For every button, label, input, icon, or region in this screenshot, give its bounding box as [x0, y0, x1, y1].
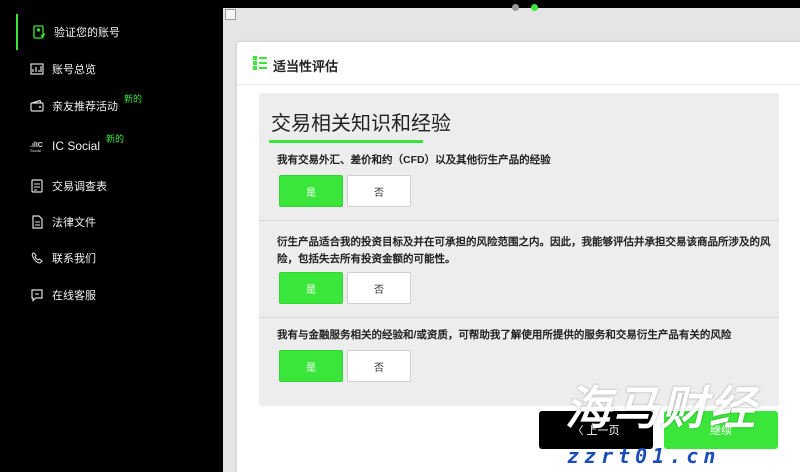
question-text: 衍生产品适合我的投资目标及并在可承担的风险范围之内。因此，我能够评估并承担交易该…: [277, 236, 771, 265]
sidebar-item-label: 交易调查表: [52, 181, 107, 193]
sidebar: 验证您的账号 账号总览 亲友推荐活动 新的 .ılIC Social IC Soc…: [0, 0, 223, 472]
no-button[interactable]: 否: [347, 350, 411, 382]
ic-social-logo: .ılIC Social: [30, 139, 44, 153]
contact-icon: [30, 251, 44, 265]
svg-text:Social: Social: [30, 148, 41, 153]
sidebar-item-live-chat[interactable]: 在线客服: [16, 277, 216, 313]
question-text: 我有与金融服务相关的经验和/或资质，可帮助我了解使用所提供的服务和交易衍生产品有…: [277, 329, 732, 341]
section-title-underline: [269, 140, 423, 143]
no-button[interactable]: 否: [347, 272, 411, 304]
question-text: 我有交易外汇、差价和约（CFD）以及其他衍生产品的经验: [277, 154, 551, 166]
verify-account-icon: [32, 25, 46, 39]
card-header: 适当性评估: [253, 56, 338, 75]
survey-icon: [30, 179, 44, 193]
sidebar-item-legal[interactable]: 法律文件: [16, 204, 216, 240]
knowledge-experience-section: 交易相关知识和经验 我有交易外汇、差价和约（CFD）以及其他衍生产品的经验 是 …: [259, 93, 779, 406]
sidebar-item-survey[interactable]: 交易调查表: [16, 168, 216, 204]
status-dot: [512, 4, 519, 11]
continue-button[interactable]: 继续: [664, 411, 778, 449]
new-badge: 新的: [124, 93, 143, 104]
sidebar-item-verify-account[interactable]: 验证您的账号: [16, 14, 216, 50]
previous-page-button[interactable]: 〈 上一页: [539, 411, 653, 449]
sidebar-item-label: 联系我们: [52, 253, 96, 265]
sidebar-item-label: 亲友推荐活动: [52, 101, 118, 113]
sidebar-item-label: 账号总览: [52, 64, 96, 76]
assessment-list-icon: [253, 56, 267, 75]
sidebar-item-contact[interactable]: 联系我们: [16, 240, 216, 276]
question-separator: [259, 317, 779, 318]
divider: [237, 84, 800, 85]
sidebar-item-ic-social[interactable]: .ılIC Social IC Social 新的: [16, 128, 216, 164]
status-dot-active: [531, 4, 538, 11]
main-content: 适当性评估 交易相关知识和经验 我有交易外汇、差价和约（CFD）以及其他衍生产品…: [223, 0, 800, 472]
sidebar-item-referral[interactable]: 亲友推荐活动 新的: [16, 88, 216, 124]
account-overview-icon: [30, 62, 44, 76]
assessment-card: 适当性评估 交易相关知识和经验 我有交易外汇、差价和约（CFD）以及其他衍生产品…: [237, 42, 800, 472]
yes-button[interactable]: 是: [279, 175, 343, 207]
new-badge: 新的: [106, 133, 125, 144]
question-separator: [259, 220, 779, 221]
section-title: 交易相关知识和经验: [271, 113, 451, 135]
yes-button[interactable]: 是: [279, 272, 343, 304]
live-chat-icon: [30, 288, 44, 302]
broken-image-icon: [225, 9, 236, 20]
no-button[interactable]: 否: [347, 175, 411, 207]
yes-button[interactable]: 是: [279, 350, 343, 382]
referral-wallet-icon: [30, 99, 44, 113]
sidebar-item-label: IC Social: [52, 139, 101, 153]
sidebar-item-account-overview[interactable]: 账号总览: [16, 51, 216, 87]
sidebar-item-label: 验证您的账号: [54, 27, 120, 39]
legal-document-icon: [30, 215, 44, 229]
sidebar-item-label: 在线客服: [52, 290, 96, 302]
sidebar-item-label: 法律文件: [52, 217, 96, 229]
card-title: 适当性评估: [273, 59, 339, 74]
